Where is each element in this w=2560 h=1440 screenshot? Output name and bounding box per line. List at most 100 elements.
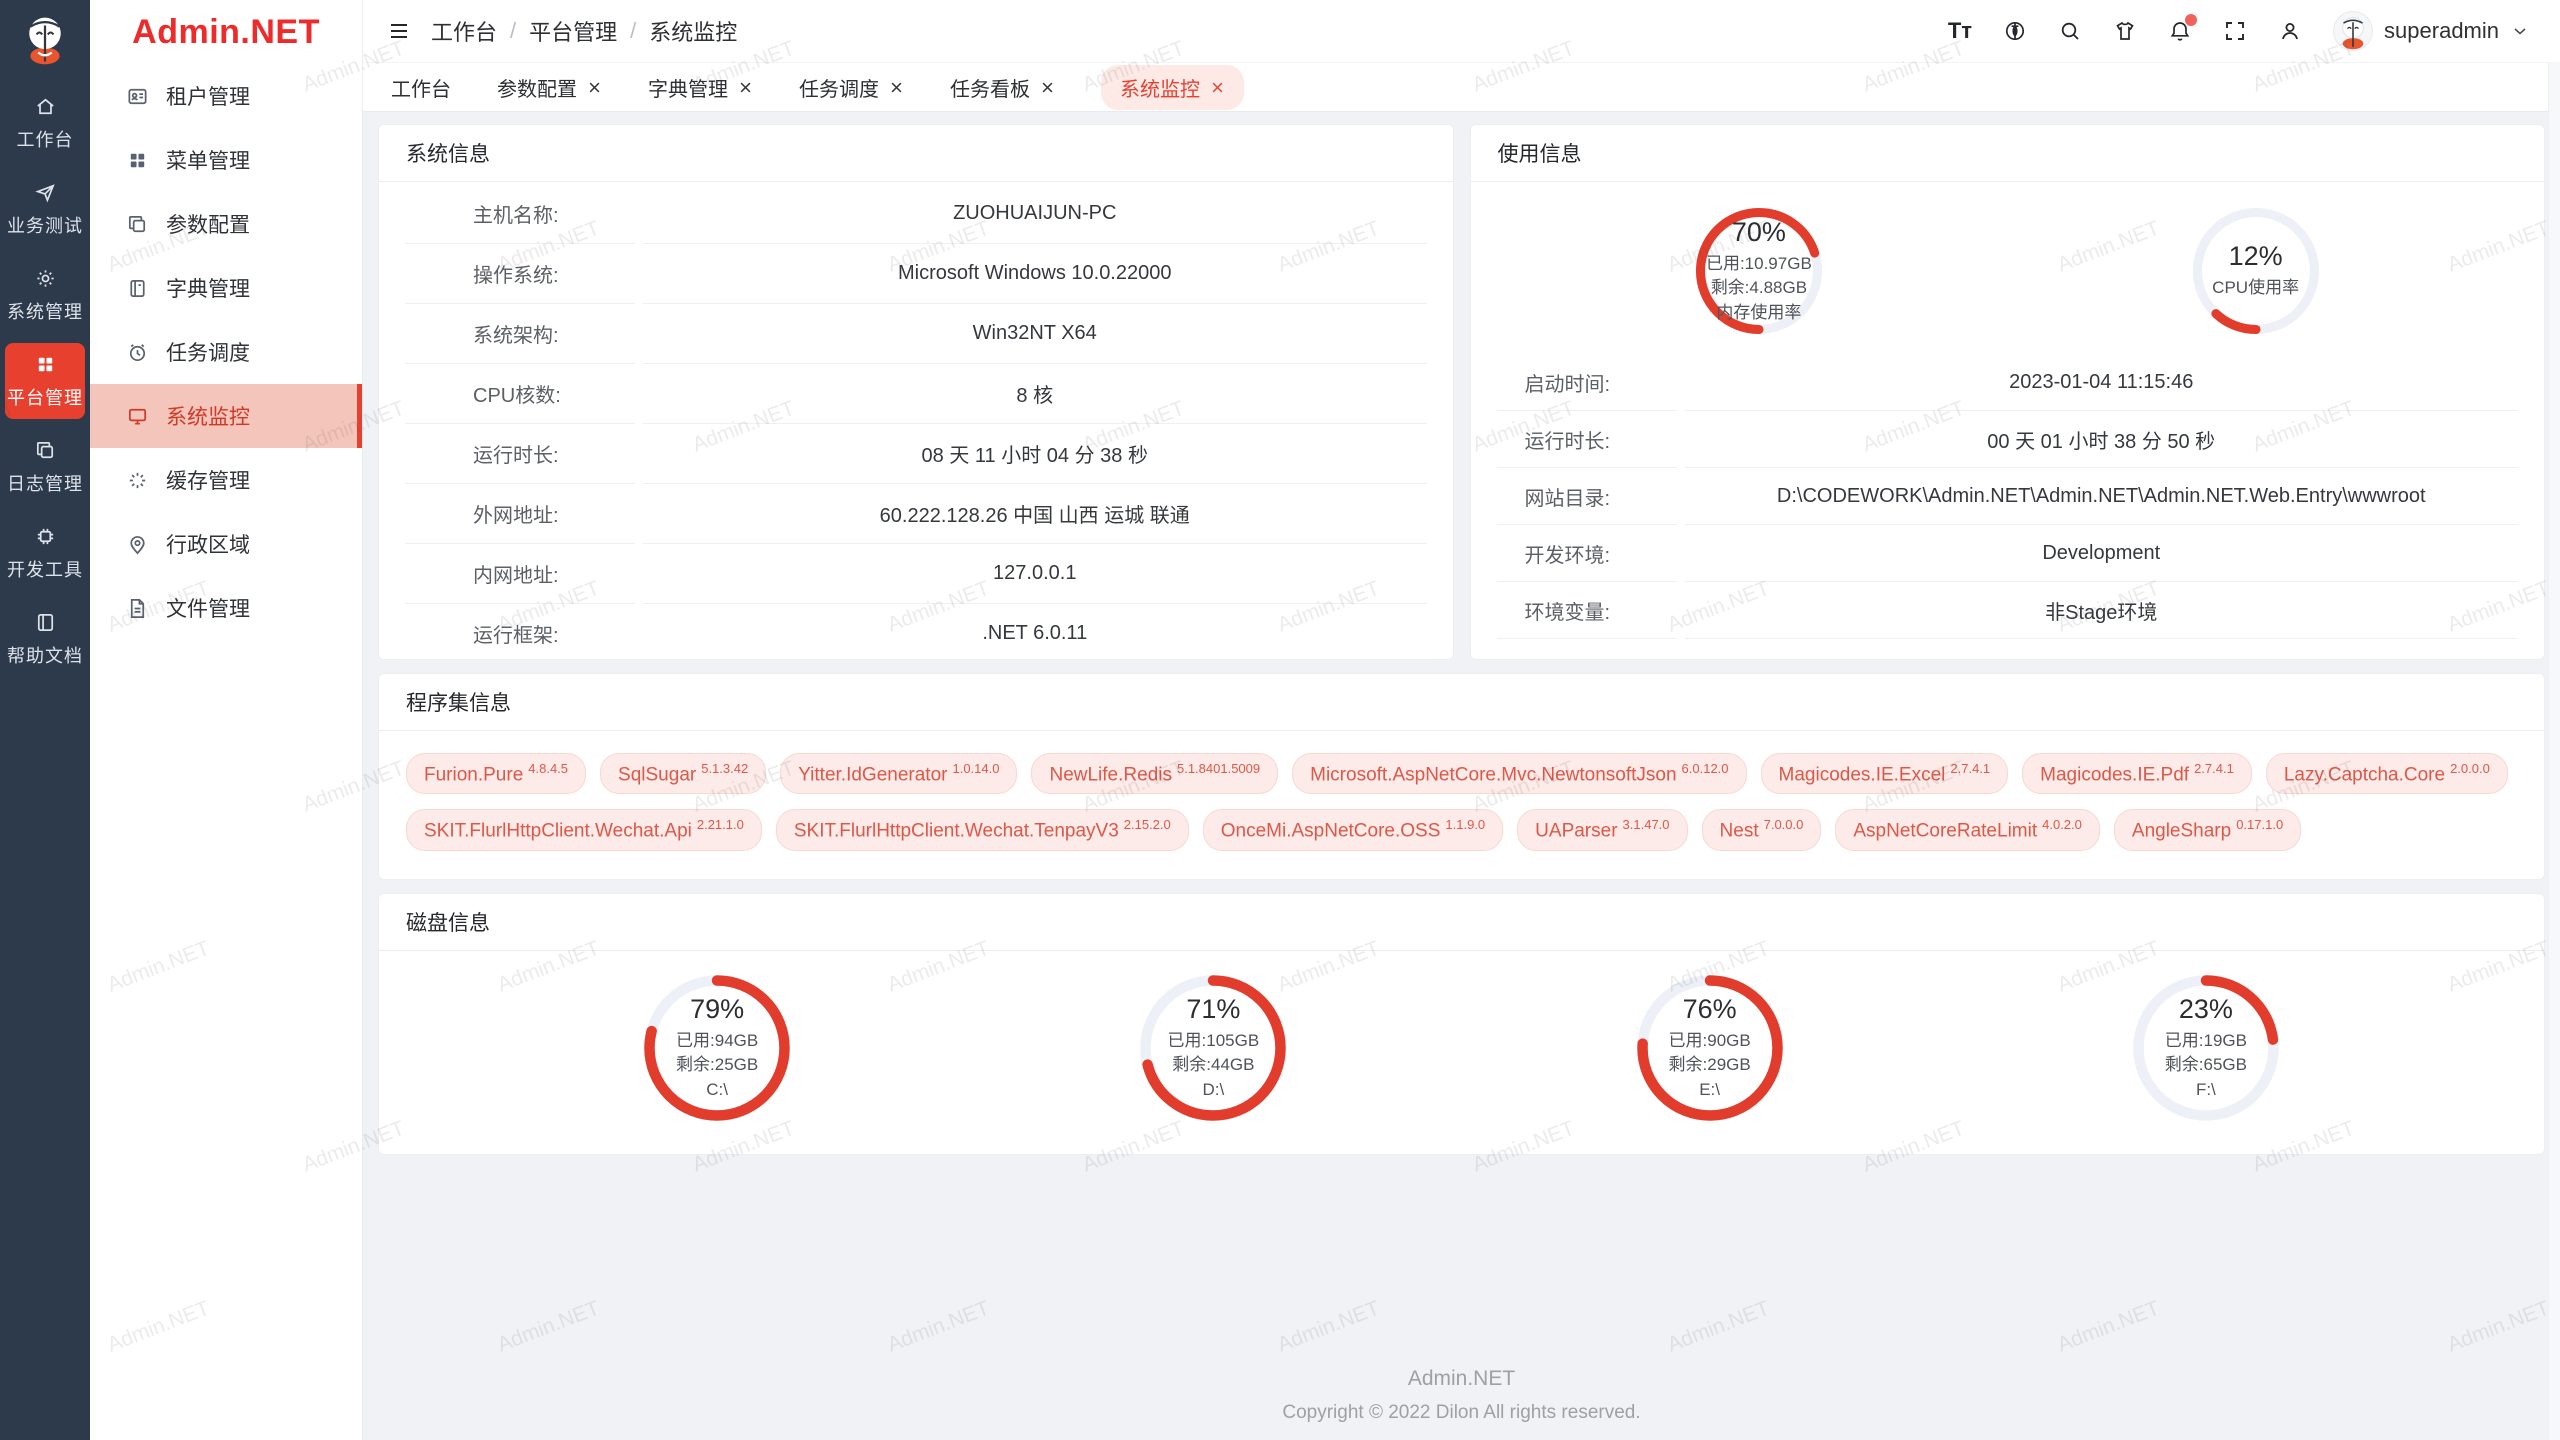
sidebar-item-admin-region[interactable]: 行政区域 bbox=[90, 512, 362, 576]
tab-system-monitor[interactable]: 系统监控 bbox=[1101, 65, 1244, 110]
app-logo[interactable] bbox=[18, 12, 72, 66]
assembly-tag: AngleSharp0.17.1.0 bbox=[2114, 809, 2301, 850]
assembly-tag: Magicodes.IE.Pdf2.7.4.1 bbox=[2022, 753, 2252, 794]
close-tab-icon[interactable] bbox=[889, 80, 904, 95]
grid-icon bbox=[34, 353, 57, 376]
disk-gauge-c: 79% 已用:94GB 剩余:25GB C:\ bbox=[642, 973, 792, 1123]
breadcrumb-platform[interactable]: 平台管理 bbox=[529, 15, 617, 47]
loading-asterisk-icon bbox=[126, 469, 149, 492]
home-icon bbox=[34, 95, 57, 118]
card-title: 磁盘信息 bbox=[379, 894, 2544, 951]
rail-item-help-docs[interactable]: 帮助文档 bbox=[5, 601, 85, 677]
assembly-tag: Lazy.Captcha.Core2.0.0.0 bbox=[2266, 753, 2508, 794]
close-tab-icon[interactable] bbox=[738, 80, 753, 95]
close-tab-icon[interactable] bbox=[1040, 80, 1055, 95]
sidebar-item-param-config[interactable]: 参数配置 bbox=[90, 192, 362, 256]
close-tab-icon[interactable] bbox=[587, 80, 602, 95]
rail-item-log-mgmt[interactable]: 日志管理 bbox=[5, 429, 85, 505]
assembly-tag: Yitter.IdGenerator1.0.14.0 bbox=[780, 753, 1017, 794]
breadcrumb-separator: / bbox=[510, 18, 516, 44]
assembly-tag: SKIT.FlurlHttpClient.Wechat.TenpayV32.15… bbox=[776, 809, 1189, 850]
breadcrumb: 工作台 / 平台管理 / 系统监控 bbox=[431, 15, 737, 47]
assembly-tag: NewLife.Redis5.1.8401.5009 bbox=[1031, 753, 1278, 794]
page-content: 系统信息 主机名称:ZUOHUAIJUN-PC 操作系统:Microsoft W… bbox=[363, 112, 2560, 1440]
info-row: CPU核数:8 核 bbox=[405, 364, 1427, 424]
menu-grid-icon bbox=[126, 149, 149, 172]
rail-item-business-test[interactable]: 业务测试 bbox=[5, 171, 85, 247]
search-icon[interactable] bbox=[2058, 19, 2082, 43]
chevron-down-icon bbox=[2510, 21, 2530, 41]
tab-bar: 工作台 参数配置 字典管理 任务调度 任务看板 系统监控 bbox=[363, 62, 2560, 112]
sidebar-logo-text[interactable]: Admin.NET bbox=[90, 0, 362, 64]
secondary-sidebar: Admin.NET 租户管理 菜单管理 参数配置 字典管理 任务调度 系统监控 … bbox=[90, 0, 363, 1440]
memory-usage-gauge: 70% 已用:10.97GB 剩余:4.88GB 内存使用率 bbox=[1694, 206, 1824, 336]
tab-workbench[interactable]: 工作台 bbox=[391, 65, 451, 110]
assembly-tag: SqlSugar5.1.3.42 bbox=[600, 753, 766, 794]
disk-gauge-e: 76% 已用:90GB 剩余:29GB E:\ bbox=[1635, 973, 1785, 1123]
assembly-tag: Nest7.0.0.0 bbox=[1702, 809, 1822, 850]
location-pin-icon bbox=[126, 533, 149, 556]
notification-icon[interactable] bbox=[2168, 19, 2192, 43]
sidebar-item-task-schedule[interactable]: 任务调度 bbox=[90, 320, 362, 384]
assembly-tag: UAParser3.1.47.0 bbox=[1517, 809, 1687, 850]
sidebar-item-file-mgmt[interactable]: 文件管理 bbox=[90, 576, 362, 640]
font-size-icon[interactable]: Tᴛ bbox=[1948, 19, 1972, 43]
close-tab-icon[interactable] bbox=[1210, 80, 1225, 95]
document-icon bbox=[126, 597, 149, 620]
fullscreen-icon[interactable] bbox=[2223, 19, 2247, 43]
primary-rail: 工作台 业务测试 系统管理 平台管理 日志管理 开发工具 帮助文档 bbox=[0, 0, 90, 1440]
user-dropdown[interactable]: superadmin bbox=[2333, 11, 2530, 51]
info-row: 主机名称:ZUOHUAIJUN-PC bbox=[405, 184, 1427, 244]
cpu-usage-gauge: 12% CPU使用率 bbox=[2191, 206, 2321, 336]
card-title: 使用信息 bbox=[1471, 125, 2545, 182]
disk-gauge-d: 71% 已用:105GB 剩余:44GB D:\ bbox=[1138, 973, 1288, 1123]
rail-item-system-mgmt[interactable]: 系统管理 bbox=[5, 257, 85, 333]
disk-gauge-f: 23% 已用:19GB 剩余:65GB F:\ bbox=[2131, 973, 2281, 1123]
tab-param-config[interactable]: 参数配置 bbox=[497, 65, 602, 110]
sidebar-item-menu-mgmt[interactable]: 菜单管理 bbox=[90, 128, 362, 192]
card-title: 系统信息 bbox=[379, 125, 1453, 182]
info-row: 开发环境:Development bbox=[1497, 525, 2519, 582]
info-row: 操作系统:Microsoft Windows 10.0.22000 bbox=[405, 244, 1427, 304]
id-card-icon bbox=[126, 85, 149, 108]
info-row: 系统架构:Win32NT X64 bbox=[405, 304, 1427, 364]
assemblies-card: 程序集信息 Furion.Pure4.8.4.5 SqlSugar5.1.3.4… bbox=[378, 673, 2545, 880]
sidebar-item-tenant-mgmt[interactable]: 租户管理 bbox=[90, 64, 362, 128]
monitor-icon bbox=[126, 405, 149, 428]
avatar bbox=[2333, 11, 2373, 51]
copy-docs-icon bbox=[126, 213, 149, 236]
sidebar-item-system-monitor[interactable]: 系统监控 bbox=[90, 384, 362, 448]
tab-task-schedule[interactable]: 任务调度 bbox=[799, 65, 904, 110]
footer-app-name: Admin.NET bbox=[378, 1367, 2545, 1391]
scrollbar[interactable] bbox=[2548, 62, 2560, 1440]
rail-item-dev-tools[interactable]: 开发工具 bbox=[5, 515, 85, 591]
assembly-tag: Magicodes.IE.Excel2.7.4.1 bbox=[1761, 753, 2009, 794]
assembly-tag: Furion.Pure4.8.4.5 bbox=[406, 753, 586, 794]
profile-icon[interactable] bbox=[2278, 19, 2302, 43]
tab-task-board[interactable]: 任务看板 bbox=[950, 65, 1055, 110]
send-icon bbox=[34, 181, 57, 204]
top-header: 工作台 / 平台管理 / 系统监控 Tᴛ bbox=[363, 0, 2560, 62]
rail-item-workbench[interactable]: 工作台 bbox=[5, 85, 85, 161]
info-row: 运行框架:.NET 6.0.11 bbox=[405, 604, 1427, 664]
rail-item-platform-mgmt[interactable]: 平台管理 bbox=[5, 343, 85, 419]
info-row: 内网地址:127.0.0.1 bbox=[405, 544, 1427, 604]
sidebar-item-cache-mgmt[interactable]: 缓存管理 bbox=[90, 448, 362, 512]
assembly-tag: Microsoft.AspNetCore.Mvc.NewtonsoftJson6… bbox=[1292, 753, 1746, 794]
info-row: 网站目录:D:\CODEWORK\Admin.NET\Admin.NET\Adm… bbox=[1497, 468, 2519, 525]
info-row: 启动时间:2023-01-04 11:15:46 bbox=[1497, 354, 2519, 411]
chip-icon bbox=[34, 525, 57, 548]
card-title: 程序集信息 bbox=[379, 674, 2544, 731]
system-info-card: 系统信息 主机名称:ZUOHUAIJUN-PC 操作系统:Microsoft W… bbox=[378, 124, 1454, 660]
breadcrumb-workbench[interactable]: 工作台 bbox=[431, 15, 497, 47]
theme-icon[interactable] bbox=[2113, 19, 2137, 43]
assembly-tag: OnceMi.AspNetCore.OSS1.1.9.0 bbox=[1203, 809, 1503, 850]
locale-icon[interactable] bbox=[2003, 19, 2027, 43]
tab-dict-mgmt[interactable]: 字典管理 bbox=[648, 65, 753, 110]
gear-icon bbox=[34, 267, 57, 290]
sidebar-item-dict-mgmt[interactable]: 字典管理 bbox=[90, 256, 362, 320]
hamburger-icon[interactable] bbox=[387, 19, 411, 43]
notification-badge bbox=[2185, 14, 2197, 26]
copy-docs-icon bbox=[34, 439, 57, 462]
alarm-clock-icon bbox=[126, 341, 149, 364]
